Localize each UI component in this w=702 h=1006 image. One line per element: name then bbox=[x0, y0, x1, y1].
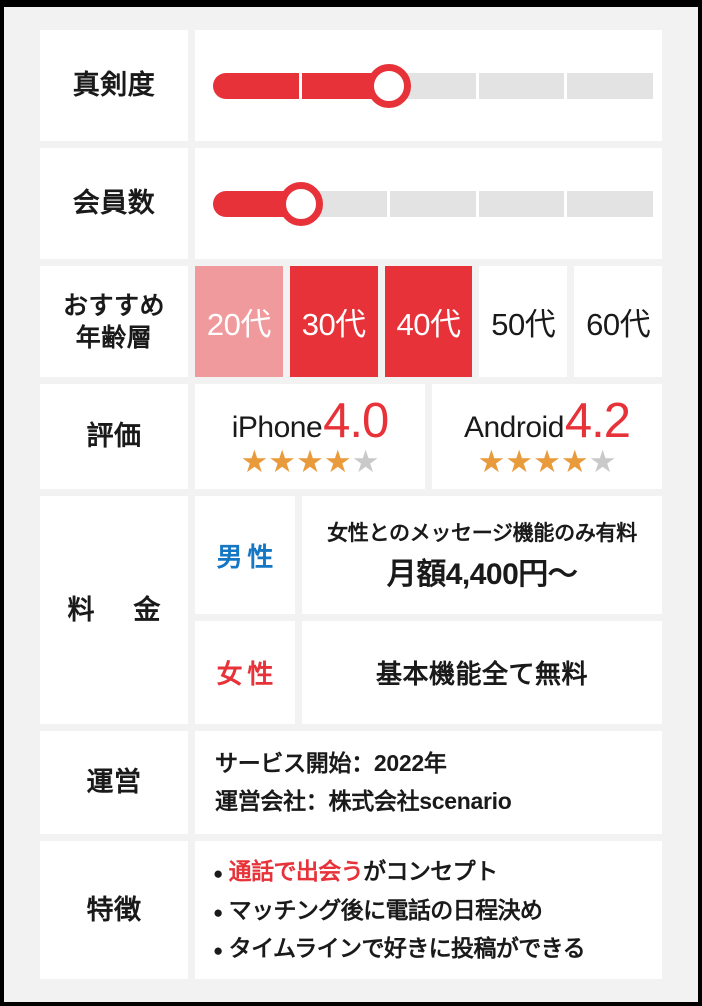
members-slider-segment[interactable] bbox=[390, 190, 476, 217]
fee-label-female: 女性 bbox=[195, 621, 295, 724]
row-label-members: 会員数 bbox=[40, 148, 188, 259]
fee-label-male: 男性 bbox=[195, 496, 295, 614]
seriousness-slider[interactable] bbox=[213, 63, 653, 108]
feature-text: 通話で出会うがコンセプト bbox=[228, 858, 498, 885]
feature-item: ● 通話で出会うがコンセプト bbox=[213, 852, 498, 891]
rating-stars: ★ ★ ★ ★ ★ bbox=[241, 446, 380, 477]
row-label-age: おすすめ 年齢層 bbox=[40, 266, 188, 377]
table-row-fee: 料 金 男性 女性とのメッセージ機能のみ有料 月額4,400円〜 女性 基本機能… bbox=[40, 496, 662, 724]
table-row-members: 会員数 bbox=[40, 148, 662, 259]
fee-price-male: 月額4,400円〜 bbox=[386, 558, 578, 591]
fee-detail-female: 基本機能全て無料 bbox=[302, 621, 662, 724]
features-content: ● 通話で出会うがコンセプト ● マッチング後に電話の日程決め ● タイムラインで好きに投… bbox=[195, 841, 662, 979]
rating-cell: iPhone 4.0 ★ ★ ★ ★ ★ bbox=[195, 384, 425, 489]
members-slider-segment[interactable] bbox=[478, 190, 565, 217]
table-row-features: 特徴 ● 通話で出会うがコンセプト ● マッチング後に電話の日程決め ● タイムラインで好… bbox=[40, 841, 662, 979]
rating-score: 4.0 bbox=[323, 393, 389, 448]
operator-line: サービス開始：2022年 bbox=[215, 749, 447, 776]
star-icon: ★ bbox=[323, 443, 352, 479]
members-slider-segment[interactable] bbox=[567, 190, 653, 217]
rating-stars: ★ ★ ★ ★ ★ bbox=[478, 446, 617, 477]
table-row-age: おすすめ 年齢層 20代 30代 40代 50代 60代 bbox=[40, 266, 662, 377]
fee-row-female: 女性 基本機能全て無料 bbox=[195, 621, 662, 724]
members-slider[interactable] bbox=[213, 181, 653, 226]
operator-line: 運営会社：株式会社scenario bbox=[215, 787, 512, 814]
rating-headline: iPhone 4.0 bbox=[231, 393, 390, 448]
rating-cell: Android 4.2 ★ ★ ★ ★ ★ bbox=[432, 384, 662, 489]
feature-highlight: 通話で出会う bbox=[228, 858, 364, 885]
seriousness-slider-segment[interactable] bbox=[567, 72, 653, 99]
star-icon: ★ bbox=[588, 443, 617, 479]
age-cell: 60代 bbox=[574, 266, 662, 377]
members-content bbox=[195, 148, 662, 259]
star-icon: ★ bbox=[560, 443, 589, 479]
star-icon: ★ bbox=[240, 443, 269, 479]
app-comparison-table: 真剣度 会員数 おすすめ 年齢層 20代30代40代50代60代 評価 bbox=[40, 30, 662, 979]
feature-text: タイムラインで好きに投稿ができる bbox=[228, 935, 586, 962]
feature-text: マッチング後に電話の日程決め bbox=[228, 896, 543, 923]
rating-platform-label: iPhone bbox=[231, 410, 323, 444]
fee-note-male: 女性とのメッセージ機能のみ有料 bbox=[327, 522, 637, 545]
row-label-age-line1: おすすめ bbox=[62, 291, 165, 320]
age-cell: 40代 bbox=[384, 266, 473, 377]
row-label-operator: 運営 bbox=[40, 731, 188, 834]
comparison-card: 真剣度 会員数 おすすめ 年齢層 20代30代40代50代60代 評価 bbox=[0, 0, 702, 1006]
seriousness-content bbox=[195, 30, 662, 141]
fee-detail-male: 女性とのメッセージ機能のみ有料 月額4,400円〜 bbox=[302, 496, 662, 614]
star-icon: ★ bbox=[477, 443, 506, 479]
star-icon: ★ bbox=[296, 443, 324, 479]
operator-content: サービス開始：2022年運営会社：株式会社scenario bbox=[195, 731, 662, 834]
fee-note-female: 基本機能全て無料 bbox=[375, 659, 588, 689]
row-label-fee: 料 金 bbox=[40, 496, 188, 724]
seriousness-slider-knob[interactable] bbox=[367, 63, 411, 108]
seriousness-slider-segment[interactable] bbox=[478, 72, 565, 99]
fee-content: 男性 女性とのメッセージ機能のみ有料 月額4,400円〜 女性 基本機能全て無料 bbox=[195, 496, 662, 724]
fee-row-male: 男性 女性とのメッセージ機能のみ有料 月額4,400円〜 bbox=[195, 496, 662, 614]
row-label-seriousness: 真剣度 bbox=[40, 30, 188, 141]
rating-cells: iPhone 4.0 ★ ★ ★ ★ ★ Android 4.2 ★ ★ ★ ★ ★ bbox=[195, 384, 662, 489]
star-icon: ★ bbox=[533, 443, 561, 479]
row-label-features: 特徴 bbox=[40, 841, 188, 979]
table-row-seriousness: 真剣度 bbox=[40, 30, 662, 141]
star-icon: ★ bbox=[505, 443, 534, 479]
members-slider-knob[interactable] bbox=[279, 181, 323, 226]
rating-platform-label: Android bbox=[463, 410, 564, 444]
age-cell: 30代 bbox=[289, 266, 378, 377]
bullet-icon: ● bbox=[213, 864, 223, 884]
bullet-icon: ● bbox=[213, 902, 223, 922]
bullet-icon: ● bbox=[213, 941, 223, 961]
age-cell: 50代 bbox=[479, 266, 568, 377]
row-label-age-line2: 年齢層 bbox=[75, 323, 153, 352]
rating-score: 4.2 bbox=[564, 393, 631, 448]
feature-item: ● マッチング後に電話の日程決め bbox=[213, 891, 543, 930]
star-icon: ★ bbox=[351, 443, 380, 479]
seriousness-slider-segment[interactable] bbox=[213, 72, 299, 99]
age-cells: 20代 30代 40代 50代 60代 bbox=[195, 266, 662, 377]
age-cell: 20代 bbox=[195, 266, 283, 377]
row-label-rating: 評価 bbox=[40, 384, 188, 489]
rating-headline: Android 4.2 bbox=[463, 393, 631, 448]
table-row-operator: 運営 サービス開始：2022年運営会社：株式会社scenario bbox=[40, 731, 662, 834]
star-icon: ★ bbox=[268, 443, 297, 479]
table-row-rating: 評価 iPhone 4.0 ★ ★ ★ ★ ★ Android 4.2 ★ ★ ★ ★ ★ bbox=[40, 384, 662, 489]
feature-item: ● タイムラインで好きに投稿ができる bbox=[213, 929, 586, 968]
